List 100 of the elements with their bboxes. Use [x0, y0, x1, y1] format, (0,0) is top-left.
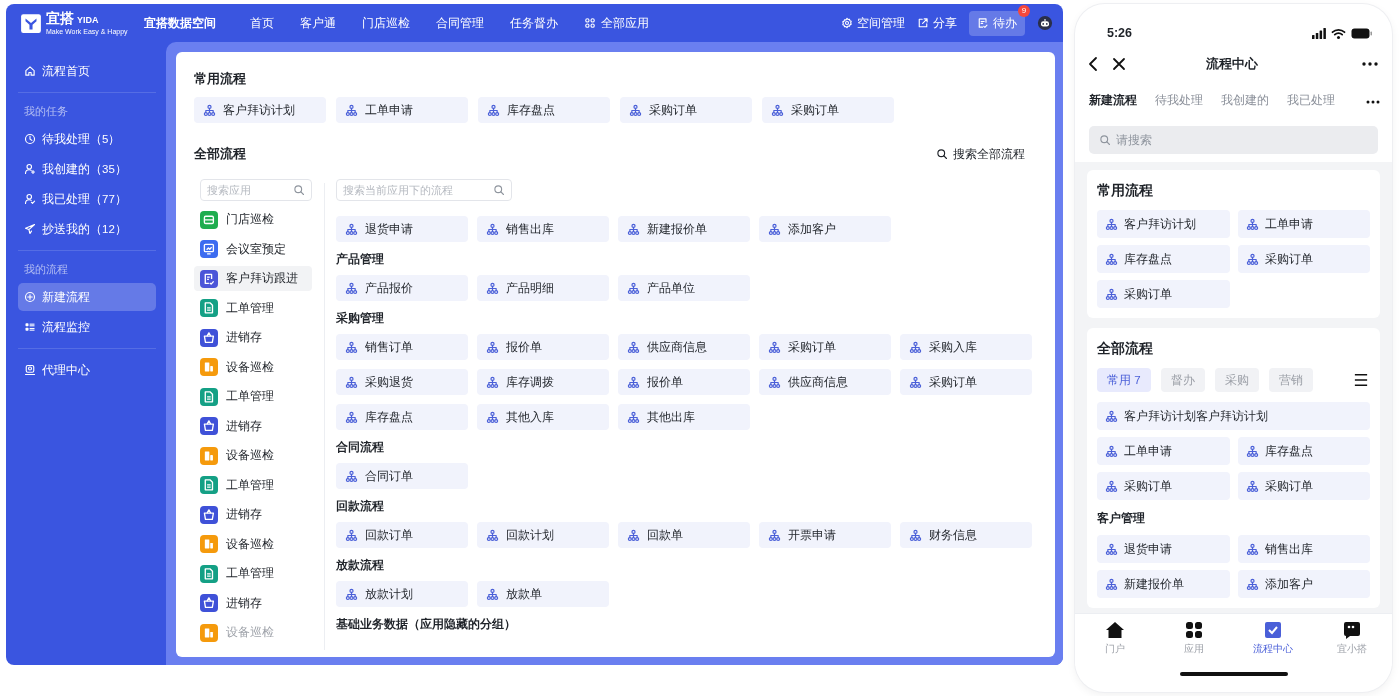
process-item[interactable]: 客户拜访计划 [194, 97, 326, 123]
process-item[interactable]: 工单申请 [1237, 210, 1370, 238]
app-list-item[interactable]: 会议室预定 [194, 236, 312, 262]
process-item[interactable]: 采购订单 [900, 369, 1032, 395]
app-list-item[interactable]: 设备巡检 [194, 531, 312, 557]
app-list-item[interactable]: 设备巡检 [194, 443, 312, 468]
hierarchy-icon [345, 410, 358, 424]
app-list-item[interactable]: 客户拜访跟进 [194, 266, 312, 291]
settings-link[interactable]: 空间管理 [841, 15, 905, 31]
app-list-item[interactable]: 进销存 [194, 590, 312, 616]
send-icon [24, 223, 36, 235]
nav-link[interactable]: 任务督办 [509, 15, 558, 31]
nav-link[interactable]: 门店巡检 [361, 15, 410, 31]
process-item[interactable]: 库存调拨 [477, 369, 609, 395]
process-item[interactable]: 放款单 [477, 581, 609, 607]
app-list-item[interactable]: 工单管理 [194, 295, 312, 321]
process-item[interactable]: 库存盘点 [478, 97, 610, 123]
share-link[interactable]: 分享 [917, 15, 957, 31]
process-item[interactable]: 采购订单 [759, 334, 891, 360]
nav-link[interactable]: 合同管理 [435, 15, 484, 31]
process-item[interactable]: 添加客户 [759, 216, 891, 242]
sidebar-item[interactable]: 流程监控 [18, 313, 156, 341]
process-item[interactable]: 销售出库 [477, 216, 609, 242]
app-list-item[interactable]: 进销存 [194, 413, 312, 439]
process-item[interactable]: 产品明细 [477, 275, 609, 301]
process-item[interactable]: 销售出库 [1237, 535, 1370, 563]
more-button[interactable] [1360, 60, 1380, 68]
app-list-item[interactable]: 工单管理 [194, 472, 312, 498]
process-item[interactable]: 回款计划 [477, 522, 609, 548]
process-item[interactable]: 采购订单 [1097, 280, 1230, 308]
app-list-item[interactable]: 工单管理 [194, 384, 312, 409]
sidebar-item[interactable]: 待我处理（5） [18, 125, 156, 153]
process-item[interactable]: 回款订单 [336, 522, 468, 548]
process-item[interactable]: 客户拜访计划客户拜访计划 [1097, 402, 1370, 430]
sidebar-item[interactable]: 新建流程 [18, 283, 156, 311]
filter-tag[interactable]: 常用 7 [1097, 368, 1151, 392]
process-item[interactable]: 库存盘点 [1237, 437, 1370, 465]
process-item[interactable]: 客户拜访计划 [1097, 210, 1230, 238]
process-item[interactable]: 采购订单 [620, 97, 752, 123]
process-item[interactable]: 放款计划 [336, 581, 468, 607]
search-field[interactable]: 搜索应用 [200, 179, 312, 201]
logo-icon [20, 12, 42, 34]
process-item[interactable]: 采购订单 [1097, 472, 1230, 500]
process-item[interactable]: 报价单 [477, 334, 609, 360]
process-item[interactable]: 产品单位 [618, 275, 750, 301]
more-tabs-button[interactable] [1364, 98, 1382, 106]
process-item[interactable]: 工单申请 [336, 97, 468, 123]
process-item[interactable]: 其他出库 [618, 404, 750, 430]
app-list-item[interactable]: 工单管理 [194, 561, 312, 586]
process-item[interactable]: 采购退货 [336, 369, 468, 395]
app-list-item[interactable]: 进销存 [194, 502, 312, 527]
menu-button[interactable] [1352, 371, 1370, 389]
process-item[interactable]: 供应商信息 [618, 334, 750, 360]
checklist-icon [977, 17, 989, 29]
process-item[interactable]: 财务信息 [900, 522, 1032, 548]
process-item[interactable]: 供应商信息 [759, 369, 891, 395]
process-item[interactable]: 报价单 [618, 369, 750, 395]
app-list-item[interactable]: 设备巡检 [194, 354, 312, 380]
process-item[interactable]: 添加客户 [1237, 570, 1370, 598]
app-list-item[interactable]: 进销存 [194, 325, 312, 350]
hierarchy-icon [486, 222, 499, 236]
process-item[interactable]: 开票申请 [759, 522, 891, 548]
nav-link[interactable]: 首页 [249, 15, 274, 31]
process-item[interactable]: 采购订单 [1237, 245, 1370, 273]
process-item[interactable]: 合同订单 [336, 463, 468, 489]
tab[interactable]: 新建流程 [1089, 84, 1137, 120]
process-item[interactable]: 工单申请 [1097, 437, 1230, 465]
process-item[interactable]: 采购订单 [1237, 472, 1370, 500]
hierarchy-icon [487, 103, 500, 117]
hierarchy-icon [627, 281, 640, 295]
nav-link[interactable]: 客户通 [299, 15, 336, 31]
sidebar-item[interactable]: 代理中心 [18, 356, 156, 384]
process-item[interactable]: 其他入库 [477, 404, 609, 430]
process-item[interactable]: 采购订单 [762, 97, 894, 123]
sidebar-item[interactable]: 我创建的（35） [18, 155, 156, 183]
hierarchy-icon [768, 375, 781, 389]
process-item[interactable]: 采购入库 [900, 334, 1032, 360]
section-heading: 我的任务 [23, 104, 69, 119]
search-field[interactable]: 搜索当前应用下的流程 [336, 179, 512, 201]
process-item[interactable]: 库存盘点 [336, 404, 468, 430]
user-plus-icon [24, 163, 36, 175]
process-item[interactable]: 新建报价单 [1097, 570, 1230, 598]
apps-grid-icon [583, 17, 596, 29]
process-item[interactable]: 回款单 [618, 522, 750, 548]
process-item[interactable]: 产品报价 [336, 275, 468, 301]
process-item[interactable]: 新建报价单 [618, 216, 750, 242]
menu-icon [1354, 373, 1368, 387]
app-list-item[interactable]: 门店巡检 [194, 207, 312, 232]
search-field[interactable]: 请搜索 [1089, 126, 1378, 154]
tab[interactable]: 待我处理 [1155, 84, 1203, 120]
process-item[interactable]: 销售订单 [336, 334, 468, 360]
search-all-link[interactable]: 搜索全部流程 [936, 146, 1025, 162]
process-item[interactable]: 退货申请 [1097, 535, 1230, 563]
sidebar-item[interactable]: 流程首页 [18, 57, 156, 85]
sidebar-item[interactable]: 抄送我的（12） [18, 215, 156, 243]
nav-link[interactable]: 全部应用 [583, 15, 649, 31]
process-item[interactable]: 库存盘点 [1097, 245, 1230, 273]
sidebar-item[interactable]: 我已处理（77） [18, 185, 156, 213]
tab-bar-item[interactable]: 流程中心 [1233, 620, 1313, 666]
process-item[interactable]: 退货申请 [336, 216, 468, 242]
